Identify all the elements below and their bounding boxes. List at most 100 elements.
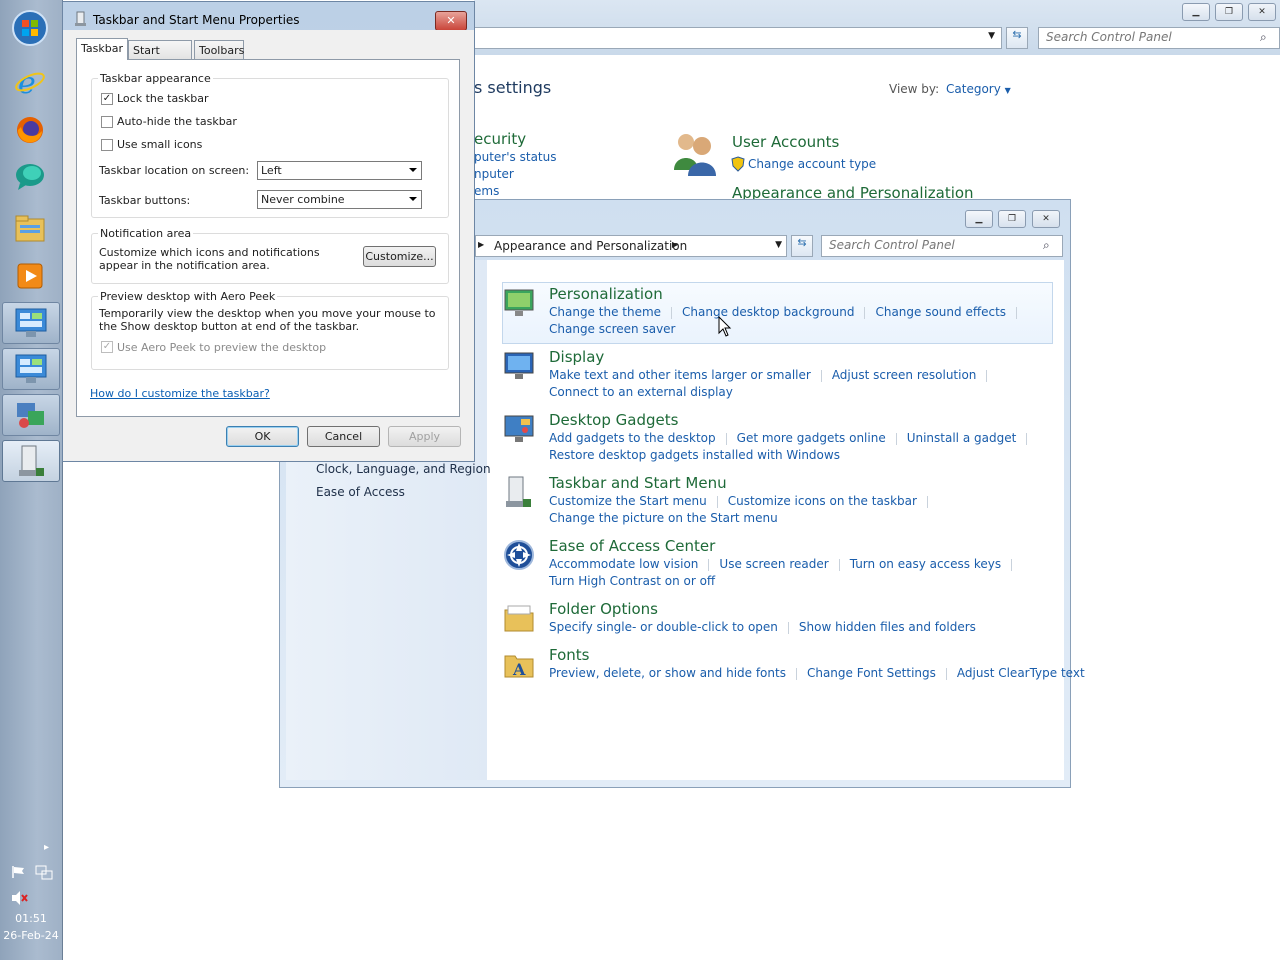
change-theme-link[interactable]: Change the theme [549, 305, 661, 319]
adjust-cleartype-link[interactable]: Adjust ClearType text [957, 666, 1085, 680]
desktop-gadgets-title[interactable]: Desktop Gadgets [549, 411, 678, 429]
front-refresh-button[interactable]: ⇆ [791, 235, 813, 257]
ease-of-access-title[interactable]: Ease of Access Center [549, 537, 715, 555]
address-bar[interactable]: ▼ [474, 27, 1002, 49]
screen-resolution-link[interactable]: Adjust screen resolution [832, 368, 977, 382]
front-close-button[interactable]: ✕ [1032, 210, 1060, 228]
change-font-settings-link[interactable]: Change Font Settings [807, 666, 936, 680]
security-title-partial[interactable]: ecurity [474, 130, 526, 148]
get-more-gadgets-link[interactable]: Get more gadgets online [737, 431, 886, 445]
single-double-click-link[interactable]: Specify single- or double-click to open [549, 620, 778, 634]
folder-options-icon [504, 605, 534, 632]
front-restore-button[interactable]: ❐ [998, 210, 1026, 228]
taskbar: e ▸ 01:51 26-Feb-24 [0, 0, 63, 960]
svg-text:A: A [512, 660, 526, 679]
search-icon[interactable]: ⌕ [1043, 238, 1050, 253]
ok-button[interactable]: OK [226, 426, 299, 447]
user-accounts-title[interactable]: User Accounts [732, 133, 839, 151]
customize-button[interactable]: Customize... [363, 246, 436, 267]
restore-gadgets-link[interactable]: Restore desktop gadgets installed with W… [549, 448, 840, 462]
show-hidden-files-link[interactable]: Show hidden files and folders [799, 620, 976, 634]
search-input[interactable]: Search Control Panel [1038, 27, 1280, 49]
add-gadgets-link[interactable]: Add gadgets to the desktop [549, 431, 716, 445]
firefox-icon[interactable] [4, 110, 56, 150]
front-search-input[interactable]: Search Control Panel [821, 235, 1063, 257]
taskbar-button-properties[interactable] [2, 440, 60, 482]
cancel-button[interactable]: Cancel [307, 426, 380, 447]
clock-time[interactable]: 01:51 [0, 912, 62, 925]
customize-taskbar-icons-link[interactable]: Customize icons on the taskbar [728, 494, 917, 508]
breadcrumb-chevron-icon[interactable]: ▶ [672, 240, 678, 249]
small-icons-checkbox[interactable] [101, 139, 113, 151]
location-select[interactable]: Left [257, 161, 422, 180]
change-sound-effects-link[interactable]: Change sound effects [875, 305, 1006, 319]
small-icons-label[interactable]: Use small icons [117, 138, 202, 151]
nav-ease-of-access[interactable]: Ease of Access [316, 485, 405, 499]
refresh-button[interactable]: ⇆ [1006, 27, 1028, 49]
volume-muted-icon[interactable] [11, 890, 29, 909]
close-button[interactable]: ✕ [1248, 3, 1276, 21]
high-contrast-link[interactable]: Turn High Contrast on or off [549, 574, 715, 588]
external-display-link[interactable]: Connect to an external display [549, 385, 733, 399]
breadcrumb[interactable]: Appearance and Personalization [494, 239, 687, 253]
aero-peek-label[interactable]: Use Aero Peek to preview the desktop [117, 341, 326, 354]
buttons-select[interactable]: Never combine [257, 190, 422, 209]
folder-options-title[interactable]: Folder Options [549, 600, 658, 618]
tab-start-menu[interactable]: Start Menu [128, 40, 192, 70]
uninstall-gadget-link[interactable]: Uninstall a gadget [907, 431, 1017, 445]
minimize-button[interactable]: ▁ [1182, 3, 1210, 21]
personalization-title[interactable]: Personalization [549, 285, 663, 303]
show-hidden-icons-arrow-icon[interactable]: ▸ [44, 842, 49, 853]
change-desktop-background-link[interactable]: Change desktop background [682, 305, 854, 319]
autohide-checkbox[interactable] [101, 116, 113, 128]
display-icon [504, 352, 534, 379]
text-size-link[interactable]: Make text and other items larger or smal… [549, 368, 811, 382]
screen-reader-link[interactable]: Use screen reader [719, 557, 828, 571]
address-dropdown-icon[interactable]: ▼ [988, 31, 995, 41]
change-start-picture-link[interactable]: Change the picture on the Start menu [549, 511, 778, 525]
customize-start-menu-link[interactable]: Customize the Start menu [549, 494, 707, 508]
dialog-close-button[interactable]: ✕ [435, 11, 467, 31]
autohide-label[interactable]: Auto-hide the taskbar [117, 115, 237, 128]
display-title[interactable]: Display [549, 348, 604, 366]
front-minimize-button[interactable]: ▁ [965, 210, 993, 228]
help-link[interactable]: How do I customize the taskbar? [90, 387, 270, 400]
appearance-group-label: Taskbar appearance [98, 72, 213, 85]
view-by-dropdown[interactable]: Category ▼ [946, 82, 1011, 96]
apply-button[interactable]: Apply [388, 426, 461, 447]
start-orb-icon[interactable] [4, 8, 56, 48]
network-icon[interactable] [35, 865, 53, 884]
clock-date[interactable]: 26-Feb-24 [0, 929, 62, 942]
security-link-partial-3[interactable]: ems [474, 184, 499, 198]
taskbar-button-control-panel[interactable] [2, 302, 60, 344]
lock-taskbar-label[interactable]: Lock the taskbar [117, 92, 209, 105]
front-address-bar[interactable]: ▶ Appearance and Personalization ▶ ▼ [475, 235, 787, 257]
fonts-links-row1: Preview, delete, or show and hide fonts C… [549, 666, 1085, 680]
media-player-icon[interactable] [4, 256, 56, 296]
taskbar-button-programs[interactable] [2, 394, 60, 436]
taskbar-start-menu-title[interactable]: Taskbar and Start Menu [549, 474, 727, 492]
address-dropdown-icon[interactable]: ▼ [775, 240, 782, 250]
change-screen-saver-link[interactable]: Change screen saver [549, 322, 676, 336]
easy-access-keys-link[interactable]: Turn on easy access keys [850, 557, 1001, 571]
taskbar-button-control-panel-2[interactable] [2, 348, 60, 390]
messenger-icon[interactable] [4, 156, 56, 196]
search-icon[interactable]: ⌕ [1260, 30, 1267, 45]
tab-toolbars[interactable]: Toolbars [194, 40, 244, 59]
refresh-icon: ⇆ [1012, 28, 1022, 41]
action-center-flag-icon[interactable] [11, 865, 27, 882]
restore-button[interactable]: ❐ [1215, 3, 1243, 21]
security-link-partial-2[interactable]: nputer [474, 167, 514, 181]
preview-fonts-link[interactable]: Preview, delete, or show and hide fonts [549, 666, 786, 680]
nav-clock-language-region[interactable]: Clock, Language, and Region [316, 462, 491, 476]
aero-peek-checkbox[interactable]: ✓ [101, 341, 113, 353]
fonts-title[interactable]: Fonts [549, 646, 589, 664]
lock-taskbar-checkbox[interactable]: ✓ [101, 93, 113, 105]
security-link-partial-1[interactable]: puter's status [474, 150, 556, 164]
internet-explorer-icon[interactable]: e [4, 62, 56, 102]
file-explorer-icon[interactable] [4, 208, 56, 248]
location-value: Left [261, 164, 282, 177]
tab-taskbar[interactable]: Taskbar [76, 38, 128, 60]
low-vision-link[interactable]: Accommodate low vision [549, 557, 698, 571]
change-account-type-link[interactable]: Change account type [748, 157, 876, 171]
